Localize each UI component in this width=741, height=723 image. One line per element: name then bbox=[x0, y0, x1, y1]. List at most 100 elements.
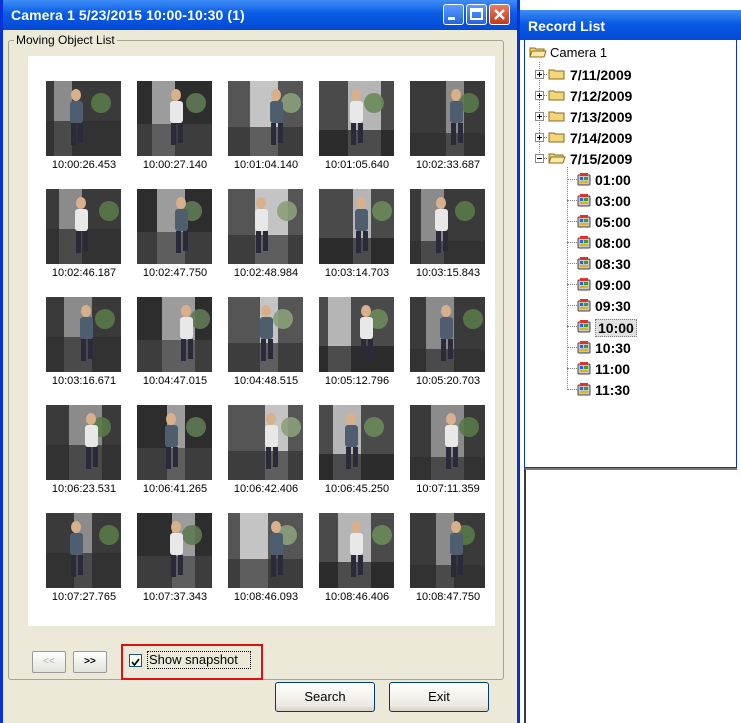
show-snapshot-checkbox[interactable] bbox=[129, 654, 142, 667]
snapshot-timestamp: 10:00:27.140 bbox=[142, 159, 208, 171]
expand-icon[interactable] bbox=[535, 70, 544, 79]
snapshot-thumbnail[interactable]: 10:04:48.515 bbox=[220, 297, 312, 387]
snapshot-image[interactable] bbox=[137, 513, 212, 588]
snapshot-image[interactable] bbox=[46, 81, 121, 156]
snapshot-thumbnail[interactable]: 10:08:47.750 bbox=[402, 513, 494, 603]
record-clip-icon bbox=[576, 360, 592, 381]
snapshot-thumbnail[interactable]: 10:06:45.250 bbox=[311, 405, 403, 495]
tree-time-label: 03:00 bbox=[595, 193, 631, 209]
folder-icon bbox=[548, 109, 566, 128]
snapshot-image[interactable] bbox=[228, 405, 303, 480]
snapshot-thumbnail[interactable]: 10:08:46.406 bbox=[311, 513, 403, 603]
expand-icon[interactable] bbox=[535, 91, 544, 100]
snapshot-thumbnail[interactable]: 10:03:16.671 bbox=[38, 297, 130, 387]
snapshot-image[interactable] bbox=[46, 405, 121, 480]
next-page-button[interactable]: >> bbox=[73, 651, 107, 673]
snapshot-thumbnail[interactable]: 10:02:33.687 bbox=[402, 81, 494, 171]
tree-time-label: 05:00 bbox=[595, 214, 631, 230]
snapshot-thumbnail[interactable]: 10:05:20.703 bbox=[402, 297, 494, 387]
snapshot-thumbnail[interactable]: 10:01:05.640 bbox=[311, 81, 403, 171]
snapshot-thumbnail[interactable]: 10:07:11.359 bbox=[402, 405, 494, 495]
expand-icon[interactable] bbox=[535, 112, 544, 121]
snapshot-timestamp: 10:02:46.187 bbox=[51, 267, 117, 279]
snapshot-timestamp: 10:02:47.750 bbox=[142, 267, 208, 279]
snapshot-image[interactable] bbox=[228, 189, 303, 264]
snapshot-timestamp: 10:05:20.703 bbox=[415, 375, 481, 387]
snapshot-image[interactable] bbox=[319, 81, 394, 156]
snapshot-image[interactable] bbox=[137, 405, 212, 480]
folder-icon bbox=[548, 67, 566, 86]
snapshot-image[interactable] bbox=[46, 513, 121, 588]
expand-icon[interactable] bbox=[535, 133, 544, 142]
maximize-button[interactable] bbox=[466, 4, 487, 25]
snapshot-thumbnail[interactable]: 10:03:14.703 bbox=[311, 189, 403, 279]
record-clip-icon bbox=[576, 339, 592, 360]
snapshot-timestamp: 10:01:04.140 bbox=[233, 159, 299, 171]
snapshot-image[interactable] bbox=[228, 297, 303, 372]
snapshot-thumbnail[interactable]: 10:00:27.140 bbox=[129, 81, 221, 171]
snapshot-thumbnail[interactable]: 10:00:26.453 bbox=[38, 81, 130, 171]
snapshot-thumbnail[interactable]: 10:06:42.406 bbox=[220, 405, 312, 495]
snapshot-image[interactable] bbox=[46, 189, 121, 264]
tree-time-label: 10:00 bbox=[595, 319, 637, 337]
snapshot-thumbnail[interactable]: 10:07:27.765 bbox=[38, 513, 130, 603]
snapshot-image[interactable] bbox=[46, 297, 121, 372]
snapshot-thumbnail[interactable]: 10:03:15.843 bbox=[402, 189, 494, 279]
snapshot-timestamp: 10:08:46.093 bbox=[233, 591, 299, 603]
snapshot-image[interactable] bbox=[137, 81, 212, 156]
snapshot-image[interactable] bbox=[410, 81, 485, 156]
record-clip-icon bbox=[576, 213, 592, 234]
snapshot-image[interactable] bbox=[319, 513, 394, 588]
snapshot-image[interactable] bbox=[319, 405, 394, 480]
tree-time-label: 10:30 bbox=[595, 340, 631, 356]
record-detail-pane bbox=[524, 468, 737, 723]
minimize-icon bbox=[448, 17, 455, 20]
snapshot-thumbnail[interactable]: 10:07:37.343 bbox=[129, 513, 221, 603]
window-title: Camera 1 5/23/2015 10:00-10:30 (1) bbox=[11, 7, 245, 23]
open-folder-icon bbox=[548, 151, 566, 170]
snapshot-image[interactable] bbox=[319, 189, 394, 264]
maximize-icon bbox=[470, 8, 483, 20]
record-clip-icon bbox=[576, 297, 592, 318]
snapshot-thumbnail[interactable]: 10:08:46.093 bbox=[220, 513, 312, 603]
snapshot-timestamp: 10:07:37.343 bbox=[142, 591, 208, 603]
tree-date-label: 7/15/2009 bbox=[570, 151, 633, 167]
snapshot-image[interactable] bbox=[228, 513, 303, 588]
minimize-button[interactable] bbox=[443, 4, 464, 25]
snapshot-thumbnail[interactable]: 10:04:47.015 bbox=[129, 297, 221, 387]
exit-button[interactable]: Exit bbox=[389, 682, 489, 712]
snapshot-timestamp: 10:04:47.015 bbox=[142, 375, 208, 387]
snapshot-image[interactable] bbox=[410, 513, 485, 588]
snapshot-image[interactable] bbox=[410, 189, 485, 264]
snapshot-thumbnail[interactable]: 10:02:47.750 bbox=[129, 189, 221, 279]
record-clip-icon bbox=[576, 192, 592, 213]
snapshot-image[interactable] bbox=[410, 297, 485, 372]
record-list-title-bar: Record List bbox=[520, 10, 741, 40]
title-bar[interactable]: Camera 1 5/23/2015 10:00-10:30 (1) bbox=[3, 0, 517, 30]
snapshot-thumbnail[interactable]: 10:05:12.796 bbox=[311, 297, 403, 387]
snapshot-timestamp: 10:02:33.687 bbox=[415, 159, 481, 171]
collapse-icon[interactable] bbox=[535, 154, 544, 163]
snapshot-thumbnail[interactable]: 10:02:48.984 bbox=[220, 189, 312, 279]
snapshot-image[interactable] bbox=[228, 81, 303, 156]
tree-time-label: 11:00 bbox=[595, 361, 631, 377]
snapshot-image[interactable] bbox=[319, 297, 394, 372]
tree-time-label: 08:30 bbox=[595, 256, 631, 272]
snapshot-timestamp: 10:06:23.531 bbox=[51, 483, 117, 495]
snapshot-image[interactable] bbox=[410, 405, 485, 480]
snapshot-thumbnail[interactable]: 10:06:23.531 bbox=[38, 405, 130, 495]
close-button[interactable] bbox=[489, 4, 510, 25]
snapshot-thumbnail[interactable]: 10:06:41.265 bbox=[129, 405, 221, 495]
previous-page-button[interactable]: << bbox=[32, 651, 66, 673]
snapshot-image[interactable] bbox=[137, 297, 212, 372]
checkmark-icon bbox=[131, 658, 140, 667]
show-snapshot-label[interactable]: Show snapshot bbox=[149, 652, 238, 667]
snapshot-thumbnail[interactable]: 10:01:04.140 bbox=[220, 81, 312, 171]
tree-time-label: 08:00 bbox=[595, 235, 631, 251]
open-folder-icon bbox=[529, 45, 547, 64]
snapshot-image[interactable] bbox=[137, 189, 212, 264]
record-clip-icon bbox=[576, 276, 592, 297]
record-clip-icon bbox=[576, 381, 592, 402]
search-button[interactable]: Search bbox=[275, 682, 375, 712]
snapshot-thumbnail[interactable]: 10:02:46.187 bbox=[38, 189, 130, 279]
